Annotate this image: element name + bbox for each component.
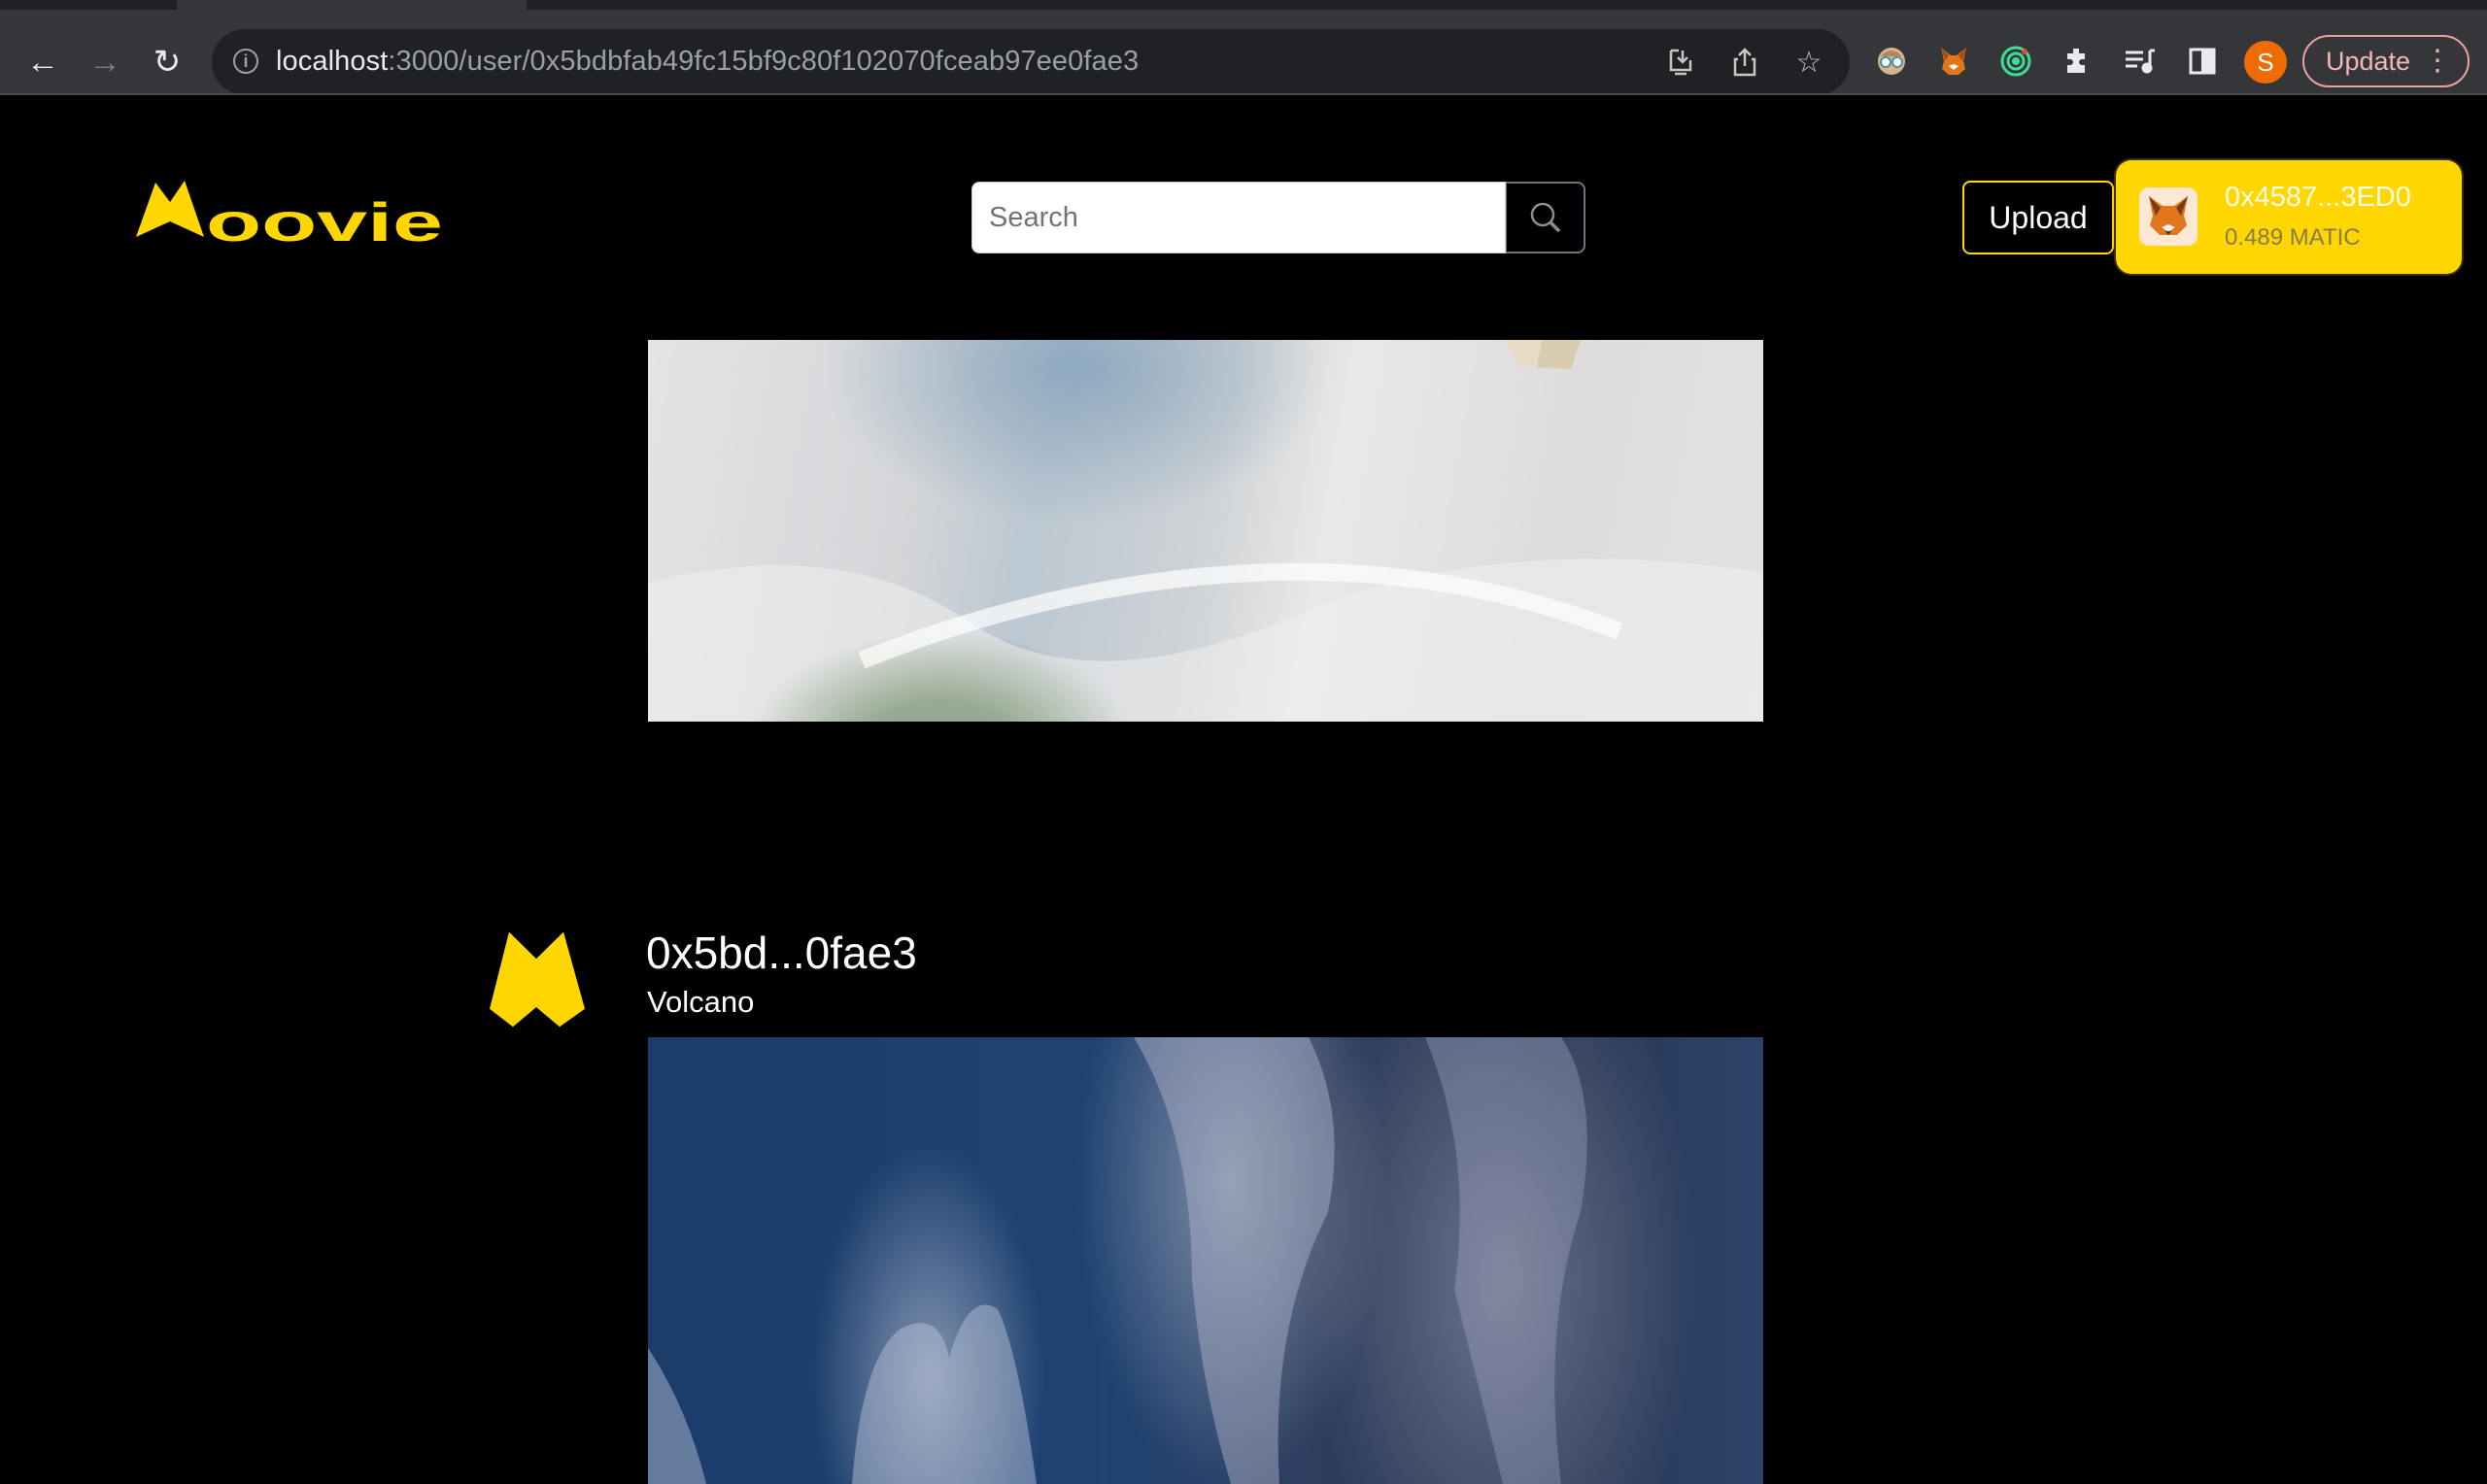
arrow-left-icon: ← — [26, 43, 59, 81]
url-path: :3000/user/0x5bdbfab49fc15bf9c80f102070f… — [388, 46, 1140, 77]
author-avatar[interactable] — [486, 928, 589, 1031]
search-button[interactable] — [1506, 182, 1585, 253]
update-label: Update — [2326, 46, 2411, 76]
logo-m-mark — [136, 181, 204, 237]
wallet-connect-button[interactable]: 0x4587...3ED0 0.489 MATIC — [2116, 160, 2462, 274]
back-button[interactable]: ← — [19, 39, 66, 85]
url-host: localhost — [276, 46, 389, 77]
address-bar[interactable]: i localhost:3000/user/0x5bdbfab49fc15bf9… — [212, 29, 1850, 95]
forward-button[interactable]: → — [82, 39, 128, 85]
wallet-address: 0x4587...3ED0 — [2225, 182, 2411, 213]
extension-metamask-icon[interactable] — [1931, 39, 1976, 84]
media-controls-icon[interactable] — [2118, 39, 2163, 84]
search-icon — [1530, 202, 1560, 233]
side-panel-icon[interactable] — [2180, 39, 2225, 84]
video-thumbnail-cloth — [648, 340, 1763, 722]
video-player[interactable] — [648, 340, 1763, 722]
video-player[interactable] — [648, 1037, 1763, 1484]
share-icon[interactable] — [1723, 41, 1766, 84]
site-info-icon[interactable]: i — [233, 49, 258, 74]
search-bar — [971, 182, 1585, 253]
reload-icon: ↻ — [153, 44, 182, 81]
extensions-puzzle-icon[interactable] — [2056, 39, 2100, 84]
video-thumbnail-sky — [648, 1037, 1587, 1484]
toolbar-divider — [0, 93, 2487, 95]
reload-button[interactable]: ↻ — [144, 39, 190, 85]
profile-avatar[interactable]: S — [2244, 41, 2287, 84]
post-title: Volcano — [647, 985, 755, 1019]
browser-toolbar: ← → ↻ i localhost:3000/user/0x5bdbfab49f… — [0, 10, 2487, 95]
extension-avatar-icon[interactable] — [1869, 39, 1914, 84]
search-input[interactable] — [971, 182, 1506, 253]
wallet-balance: 0.489 MATIC — [2225, 224, 2361, 251]
bookmark-star-icon[interactable]: ☆ — [1788, 41, 1830, 84]
extension-target-icon[interactable] — [1993, 39, 2038, 84]
url-text[interactable]: localhost:3000/user/0x5bdbfab49fc15bf9c8… — [276, 46, 1139, 78]
upload-button[interactable]: Upload — [1962, 181, 2114, 254]
metamask-fox-icon — [2139, 187, 2197, 246]
post-author[interactable]: 0x5bd...0fae3 — [646, 927, 917, 979]
logo-text: oovie — [206, 191, 443, 247]
install-app-icon[interactable] — [1659, 41, 1702, 84]
browser-menu-icon[interactable]: ⋮ — [2423, 45, 2452, 78]
update-button[interactable]: Update ⋮ — [2302, 35, 2470, 87]
arrow-right-icon: → — [88, 43, 121, 81]
moovie-logo[interactable]: oovie — [136, 177, 447, 253]
